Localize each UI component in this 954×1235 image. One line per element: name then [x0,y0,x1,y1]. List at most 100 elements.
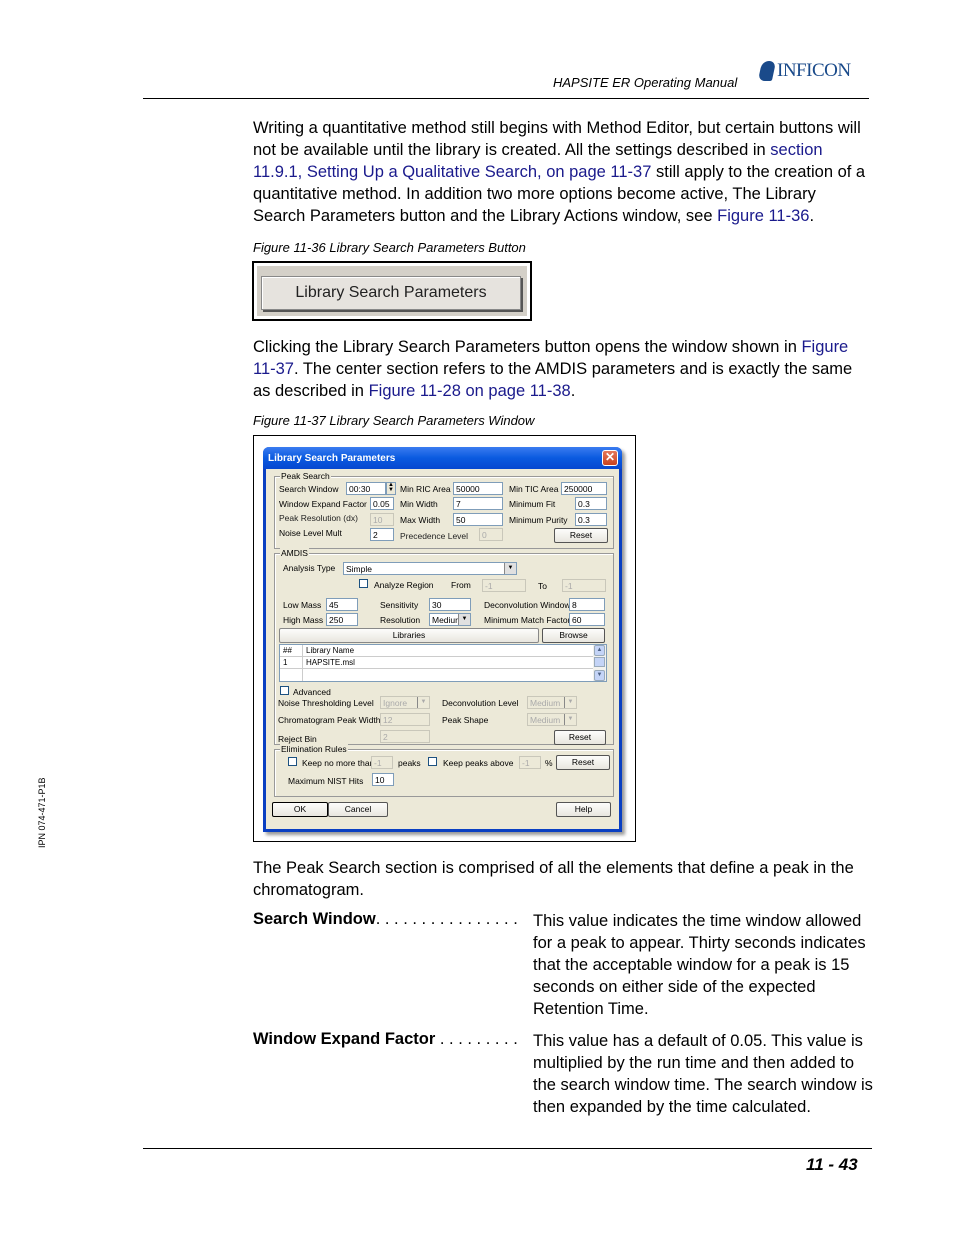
analysis-type-select[interactable]: Simple ▼ [343,562,517,575]
dialog-title-bar: Library Search Parameters ✕ [263,447,622,469]
minimum-match-factor-label: Minimum Match Factor [484,615,571,625]
deconvolution-level-select[interactable]: Medium ▼ [527,696,577,709]
analyze-region-label: Analyze Region [374,580,434,590]
scroll-up-icon[interactable]: ▲ [594,645,605,656]
logo-text: INFICON [777,60,851,81]
analysis-type-label: Analysis Type [283,563,336,573]
elimination-reset-button[interactable]: Reset [556,755,610,770]
percent-label: % [545,758,553,768]
para2-text-1: Clicking the Library Search Parameters b… [253,338,802,356]
window-expand-factor-input[interactable]: 0.05 [370,497,394,510]
document-code: IPN 074-471-P1B [37,777,47,848]
low-mass-input[interactable]: 45 [326,598,358,611]
resolution-value: Mediur [432,615,458,625]
noise-level-mult-input[interactable]: 2 [370,528,394,541]
minimum-purity-input[interactable]: 0.3 [575,513,607,526]
figure-28-link[interactable]: Figure 11-28 on page 11-38 [369,382,571,400]
min-width-label: Min Width [400,499,438,509]
table-scrollbar[interactable]: ▲ ▼ [593,645,606,681]
deconvolution-level-label: Deconvolution Level [442,698,519,708]
close-icon[interactable]: ✕ [602,450,618,466]
scroll-thumb[interactable] [594,657,605,667]
high-mass-label: High Mass [283,615,324,625]
chevron-down-icon: ▼ [458,614,470,625]
min-width-input[interactable]: 7 [453,497,503,510]
column-header-library-name: Library Name [306,646,355,655]
minimum-purity-label: Minimum Purity [509,515,568,525]
peak-search-reset-button[interactable]: Reset [554,528,608,543]
table-row[interactable]: 1 HAPSITE.msl [280,657,594,669]
figure-36-link[interactable]: Figure 11-36 [717,207,809,225]
analyze-region-checkbox[interactable] [359,579,368,588]
chromatogram-peak-width-label: Chromatogram Peak Width [278,715,381,725]
minimum-fit-input[interactable]: 0.3 [575,497,607,510]
figure-37: Library Search Parameters ✕ Peak Search … [253,435,636,842]
keep-no-more-than-checkbox[interactable] [288,757,297,766]
peak-search-label: Peak Search [280,471,331,481]
browse-button[interactable]: Browse [542,628,605,643]
column-header-number: ## [283,646,292,655]
min-ric-area-input[interactable]: 50000 [453,482,503,495]
cancel-button[interactable]: Cancel [328,802,388,817]
search-window-spinner[interactable]: ▲ ▼ [386,482,396,495]
keep-no-more-than-label: Keep no more than [302,758,375,768]
footer-rule [143,1148,872,1149]
low-mass-label: Low Mass [283,600,322,610]
advanced-checkbox[interactable] [280,686,289,695]
deconvolution-window-input[interactable]: 8 [569,598,605,611]
minimum-match-factor-input[interactable]: 60 [569,613,605,626]
keep-peaks-above-label: Keep peaks above [443,758,514,768]
minimum-fit-label: Minimum Fit [509,499,556,509]
reject-bin-label: Reject Bin [278,734,317,744]
from-input[interactable]: -1 [482,579,526,592]
maximum-nist-hits-label: Maximum NIST Hits [288,776,364,786]
keep-peaks-above-input[interactable]: -1 [519,756,541,769]
min-tic-area-input[interactable]: 250000 [561,482,607,495]
figure-37-caption: Figure 11-37 Library Search Parameters W… [253,413,535,428]
search-window-label: Search Window [279,484,339,494]
library-search-parameters-button[interactable]: Library Search Parameters [261,276,521,310]
table-row[interactable] [280,669,594,681]
definition-term: Search Window. . . . . . . . . . . . . .… [253,910,518,929]
resolution-select[interactable]: Mediur ▼ [429,613,471,626]
keep-no-more-than-input[interactable]: -1 [371,756,393,769]
precedence-level-input[interactable]: 0 [479,528,503,541]
max-width-input[interactable]: 50 [453,513,503,526]
peak-resolution-input[interactable]: 10 [370,513,394,526]
figure-36-caption: Figure 11-36 Library Search Parameters B… [253,240,526,255]
amdis-reset-button[interactable]: Reset [554,730,606,745]
scroll-down-icon[interactable]: ▼ [594,670,605,681]
max-width-label: Max Width [400,515,441,525]
keep-peaks-above-checkbox[interactable] [428,757,437,766]
ok-button[interactable]: OK [272,802,328,817]
resolution-label: Resolution [380,615,421,625]
dialog-title: Library Search Parameters [268,453,396,464]
reject-bin-input[interactable]: 2 [380,730,430,743]
figure-36: Library Search Parameters [252,261,532,321]
page-number: 11 - 43 [806,1155,858,1174]
chevron-down-icon: ▼ [564,714,576,725]
sensitivity-label: Sensitivity [380,600,419,610]
peak-resolution-label: Peak Resolution (dx) [279,513,358,523]
min-ric-area-label: Min RIC Area [400,484,451,494]
high-mass-input[interactable]: 250 [326,613,358,626]
library-table: ## Library Name 1 HAPSITE.msl ▲ ▼ [279,644,607,682]
sensitivity-input[interactable]: 30 [429,598,471,611]
to-input[interactable]: -1 [562,579,606,592]
peak-shape-select[interactable]: Medium ▼ [527,713,577,726]
noise-thresholding-label: Noise Thresholding Level [278,698,374,708]
definition-body-window-expand-factor: This value has a default of 0.05. This v… [533,1032,873,1116]
precedence-level-label: Precedence Level [400,531,469,541]
maximum-nist-hits-input[interactable]: 10 [372,773,394,786]
row-number: 1 [283,658,288,667]
peak-shape-label: Peak Shape [442,715,489,725]
help-button[interactable]: Help [556,802,611,817]
chevron-down-icon: ▼ [417,697,429,708]
chromatogram-peak-width-input[interactable]: 12 [380,713,430,726]
noise-level-mult-label: Noise Level Mult [279,528,342,538]
leader-dots: . . . . . . . . . [435,1030,518,1048]
search-window-input[interactable]: 00:30 [346,482,386,495]
intro-text-3: . [809,207,815,225]
noise-thresholding-select[interactable]: Ignore ▼ [380,696,430,709]
window-expand-factor-label: Window Expand Factor [279,499,367,509]
